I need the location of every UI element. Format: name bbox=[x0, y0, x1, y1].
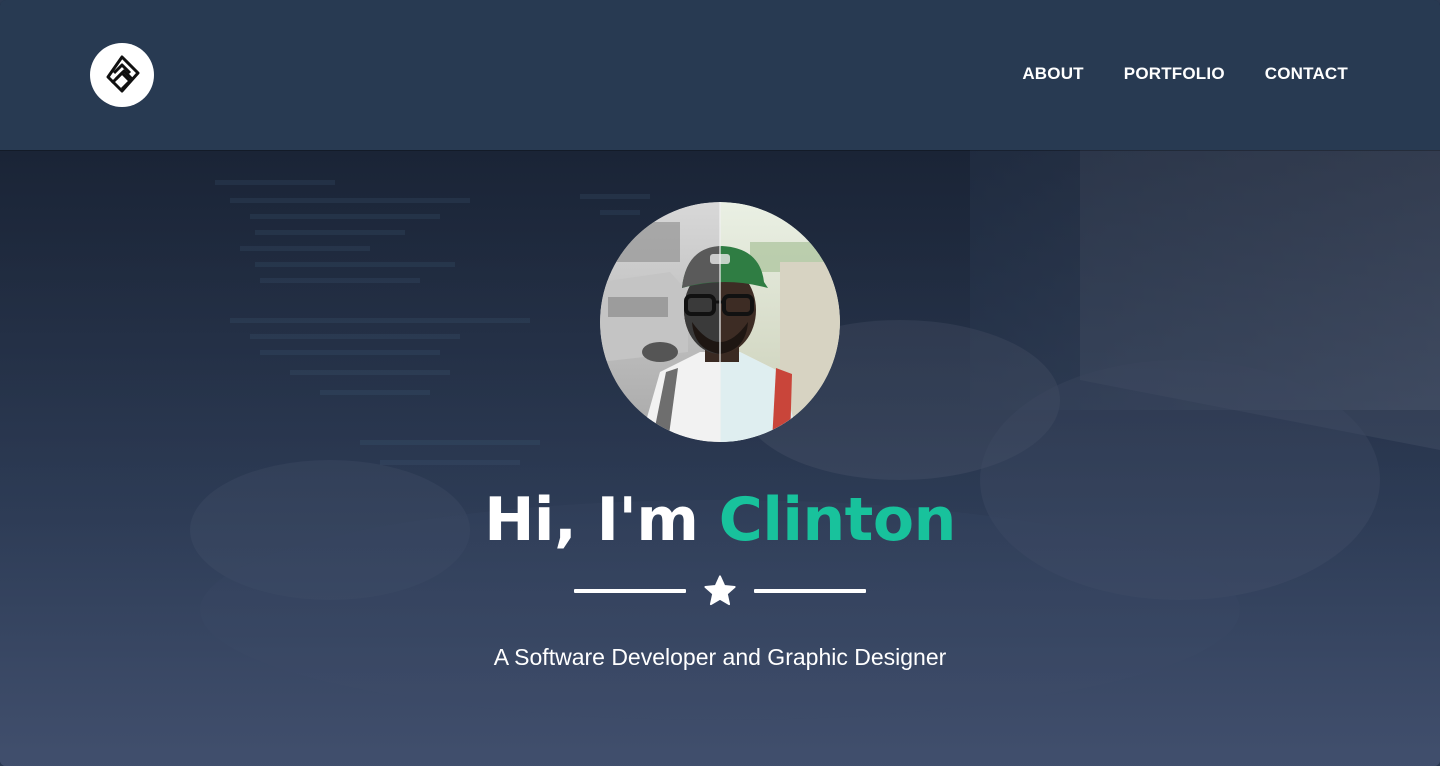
profile-avatar bbox=[600, 202, 840, 442]
hero-section: Hi, I'm Clinton A Software Developer and… bbox=[0, 150, 1440, 766]
nav-contact[interactable]: CONTACT bbox=[1265, 64, 1348, 84]
star-divider bbox=[574, 572, 866, 612]
hero-name: Clinton bbox=[718, 485, 957, 555]
star-icon bbox=[704, 575, 736, 606]
nav-about[interactable]: ABOUT bbox=[1022, 64, 1083, 84]
profile-photo bbox=[600, 202, 840, 442]
navbar: ABOUT PORTFOLIO CONTACT bbox=[0, 0, 1440, 150]
divider-line-right bbox=[754, 589, 866, 593]
greeting-text: Hi, I'm bbox=[484, 485, 699, 555]
logo[interactable] bbox=[90, 43, 154, 107]
page: ABOUT PORTFOLIO CONTACT Hi, I'm Clinton … bbox=[0, 0, 1440, 766]
monogram-logo-icon bbox=[106, 55, 140, 93]
divider-line-left bbox=[574, 589, 686, 593]
nav-portfolio[interactable]: PORTFOLIO bbox=[1124, 64, 1225, 84]
hero-subtitle: A Software Developer and Graphic Designe… bbox=[493, 644, 947, 670]
main-nav: ABOUT PORTFOLIO CONTACT bbox=[1022, 64, 1348, 84]
hero-headline: Hi, I'm Clinton bbox=[0, 480, 1440, 560]
